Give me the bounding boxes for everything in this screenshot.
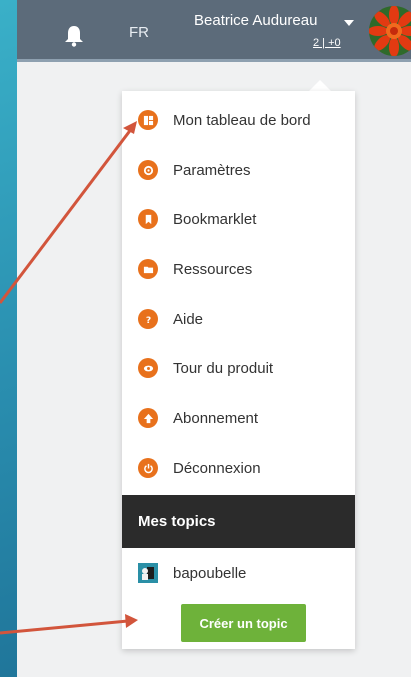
dashboard-icon (138, 110, 158, 130)
bell-icon[interactable] (62, 24, 86, 48)
user-dropdown-menu: Mon tableau de bord Paramètres Bookmarkl… (122, 91, 355, 649)
top-bar: FR Beatrice Audureau 2 | +0 (17, 0, 411, 62)
menu-item-label: Paramètres (173, 161, 251, 179)
create-topic-button[interactable]: Créer un topic (181, 604, 306, 642)
menu-pointer (309, 80, 331, 91)
upload-icon (138, 408, 158, 428)
menu-item-label: Aide (173, 310, 204, 328)
chevron-down-icon[interactable] (344, 20, 354, 26)
menu-item-resources[interactable]: Ressources (122, 246, 355, 292)
topic-thumbnail-icon (138, 563, 158, 583)
menu-item-bookmarklet[interactable]: Bookmarklet (122, 196, 355, 242)
menu-item-subscription[interactable]: Abonnement (122, 395, 355, 441)
menu-item-help[interactable]: ? Aide (122, 296, 355, 342)
power-icon (138, 458, 158, 478)
folder-icon (138, 259, 158, 279)
menu-item-label: Bookmarklet (173, 210, 257, 228)
avatar[interactable] (369, 6, 411, 56)
topic-item-bapoubelle[interactable]: bapoubelle (122, 556, 355, 590)
menu-item-product-tour[interactable]: Tour du produit (122, 345, 355, 391)
menu-item-label: Mon tableau de bord (173, 111, 311, 129)
user-counts[interactable]: 2 | +0 (313, 37, 341, 49)
language-selector[interactable]: FR (129, 24, 149, 41)
menu-item-settings[interactable]: Paramètres (122, 147, 355, 193)
menu-item-logout[interactable]: Déconnexion (122, 445, 355, 491)
menu-item-dashboard[interactable]: Mon tableau de bord (122, 97, 355, 143)
menu-item-label: Abonnement (173, 409, 259, 427)
svg-text:?: ? (145, 315, 150, 325)
gear-icon (138, 160, 158, 180)
bookmark-icon (138, 209, 158, 229)
menu-item-label: Déconnexion (173, 459, 261, 477)
flower-avatar-icon (369, 6, 411, 56)
help-icon: ? (138, 309, 158, 329)
menu-item-label: Tour du produit (173, 359, 274, 377)
topic-label: bapoubelle (173, 564, 247, 582)
user-name[interactable]: Beatrice Audureau (194, 12, 317, 29)
section-title-my-topics: Mes topics (122, 495, 355, 548)
menu-item-label: Ressources (173, 260, 253, 278)
eye-icon (138, 358, 158, 378)
